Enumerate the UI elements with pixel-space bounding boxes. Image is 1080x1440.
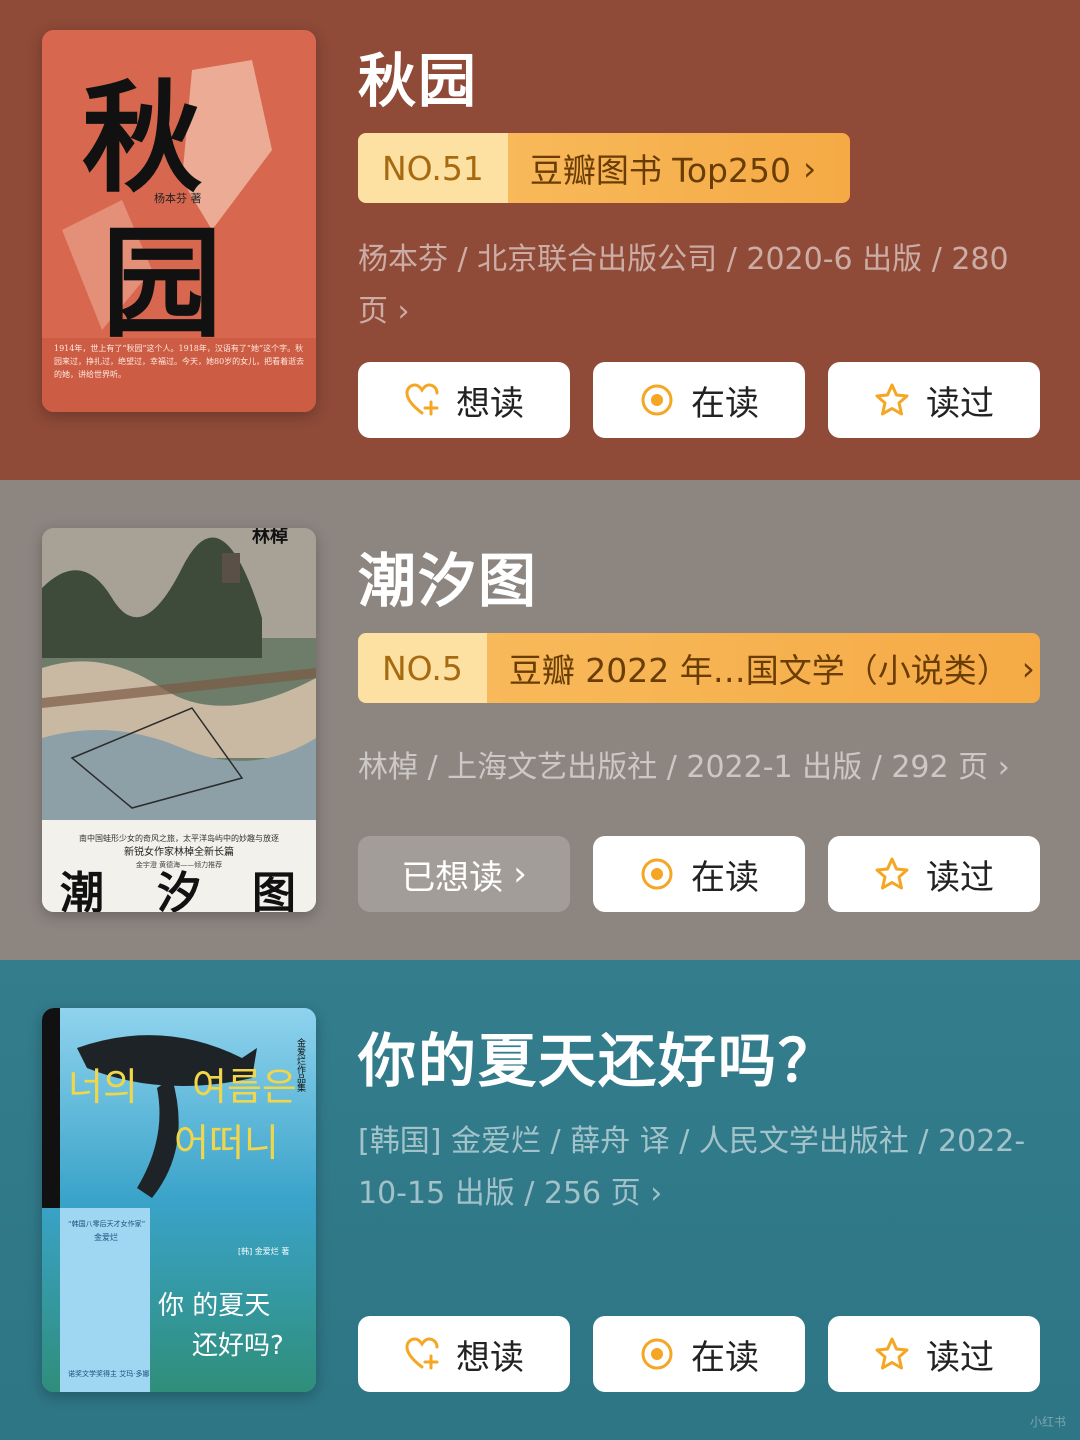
star-outline-icon (875, 383, 909, 416)
cover-title-char-2: 汐 (157, 868, 201, 912)
cover-art: 너의 여름은 어떠니 金爱烂作品集 “韩国八零后天才女作家” 金爱烂 [韩] 金… (42, 1008, 316, 1392)
cover-blurb: 1914年，世上有了“秋园”这个人。1918年，汉语有了“她”这个字。秋园来过，… (54, 344, 305, 379)
book-meta-text: 杨本芬 / 北京联合出版公司 / 2020-6 出版 / 280 页 (358, 242, 1009, 329)
cover-title-char-1: 潮 (60, 868, 104, 912)
chevron-right-icon: › (650, 1176, 663, 1211)
cover-korean-3: 어떠니 (174, 1121, 279, 1165)
rank-list-label: 豆瓣图书 Top250 (529, 151, 791, 190)
cover-author-small: [韩] 金爱烂 著 (238, 1246, 289, 1256)
cover-side-label: 金爱烂作品集 (295, 1037, 306, 1093)
watermark: 小红书 (1029, 1415, 1066, 1429)
cover-line-2: 新锐女作家林棹全新长篇 (124, 845, 234, 858)
cover-title-char-3: 图 (252, 868, 296, 912)
rank-list-link[interactable]: 豆瓣 2022 年…国文学（小说类） › (486, 633, 1040, 703)
radio-target-icon (641, 384, 673, 416)
reading-label: 在读 (691, 383, 759, 424)
chevron-right-icon: › (802, 148, 817, 188)
book-title: 潮汐图 (358, 547, 539, 615)
book-meta[interactable]: [韩国] 金爱烂 / 薛舟 译 / 人民文学出版社 / 2022-10-15 出… (358, 1116, 1038, 1220)
cover-tag-2: 金爱烂 (94, 1232, 118, 1242)
cover-art: 林棹 南中国蛙形少女的奇风之旅，太平洋岛屿中的妙趣与放逐 新锐女作家林棹全新长篇… (42, 528, 316, 912)
reading-button[interactable]: 在读 (593, 362, 805, 438)
book-cover-qiuyuan[interactable]: 秋 园 杨本芬 著 1914年，世上有了“秋园”这个人。1918年，汉语有了“她… (42, 30, 316, 412)
reading-button[interactable]: 在读 (593, 1316, 805, 1392)
rank-number: NO.51 (358, 133, 508, 203)
cover-title-2: 还好吗? (192, 1331, 284, 1361)
heart-plus-icon (405, 1337, 439, 1370)
chevron-right-icon: › (997, 750, 1010, 785)
chevron-right-icon: › (397, 294, 410, 329)
heart-plus-icon (405, 383, 439, 416)
cover-korean-2: 여름은 (192, 1065, 297, 1109)
book-card-1[interactable]: 秋 园 杨本芬 著 1914年，世上有了“秋园”这个人。1918年，汉语有了“她… (0, 0, 1080, 480)
cover-title-char-2: 园 (102, 213, 222, 354)
want-to-read-label: 想读 (456, 1337, 524, 1378)
rank-list-label: 豆瓣 2022 年…国文学（小说类） (508, 651, 1010, 690)
cover-title-char-1: 秋 (82, 68, 202, 209)
already-want-button[interactable]: 已想读 › (358, 836, 570, 912)
have-read-button[interactable]: 读过 (828, 362, 1040, 438)
reading-label: 在读 (691, 1337, 759, 1378)
reading-button[interactable]: 在读 (593, 836, 805, 912)
cover-author: 杨本芬 著 (154, 191, 202, 205)
chevron-right-icon: › (1021, 648, 1035, 688)
have-read-button[interactable]: 读过 (828, 1316, 1040, 1392)
want-to-read-label: 想读 (456, 383, 524, 424)
cover-line-1: 南中国蛙形少女的奇风之旅，太平洋岛屿中的妙趣与放逐 (79, 833, 279, 843)
cover-korean-1: 너의 (68, 1065, 138, 1109)
book-cover-summer[interactable]: 너의 여름은 어떠니 金爱烂作品集 “韩国八零后天才女作家” 金爱烂 [韩] 金… (42, 1008, 316, 1392)
reading-label: 在读 (691, 857, 759, 898)
book-card-3[interactable]: 너의 여름은 어떠니 金爱烂作品集 “韩国八零后天才女作家” 金爱烂 [韩] 金… (0, 960, 1080, 1440)
already-want-label: 已想读 (401, 857, 504, 898)
book-title: 你的夏天还好吗？ (358, 1027, 839, 1095)
chevron-right-icon: › (513, 854, 527, 894)
book-meta-text: 林棹 / 上海文艺出版社 / 2022-1 出版 / 292 页 (358, 750, 989, 785)
book-meta[interactable]: 林棹 / 上海文艺出版社 / 2022-1 出版 / 292 页 › (358, 742, 1038, 794)
cover-title-1: 你 的夏天 (158, 1291, 270, 1321)
book-meta[interactable]: 杨本芬 / 北京联合出版公司 / 2020-6 出版 / 280 页 › (358, 234, 1038, 338)
rank-number: NO.5 (358, 633, 487, 703)
book-title: 秋园 (358, 47, 479, 115)
have-read-label: 读过 (926, 857, 994, 898)
want-to-read-button[interactable]: 想读 (358, 362, 570, 438)
have-read-button[interactable]: 读过 (828, 836, 1040, 912)
book-card-2[interactable]: 林棹 南中国蛙形少女的奇风之旅，太平洋岛屿中的妙趣与放逐 新锐女作家林棹全新长篇… (0, 480, 1080, 960)
star-outline-icon (875, 1337, 909, 1370)
want-to-read-button[interactable]: 想读 (358, 1316, 570, 1392)
radio-target-icon (641, 858, 673, 890)
rank-list-link[interactable]: 豆瓣图书 Top250 › (507, 133, 850, 203)
book-cover-chaoxitu[interactable]: 林棹 南中国蛙形少女的奇风之旅，太平洋岛屿中的妙趣与放逐 新锐女作家林棹全新长篇… (42, 528, 316, 912)
book-meta-text: [韩国] 金爱烂 / 薛舟 译 / 人民文学出版社 / 2022-10-15 出… (358, 1124, 1026, 1211)
cover-author: 林棹 (252, 528, 288, 547)
rank-badge[interactable]: NO.51 豆瓣图书 Top250 › (358, 133, 850, 203)
rank-badge[interactable]: NO.5 豆瓣 2022 年…国文学（小说类） › (358, 633, 1040, 703)
star-outline-icon (875, 857, 909, 890)
have-read-label: 读过 (926, 383, 994, 424)
cover-tag-1: “韩国八零后天才女作家” (68, 1219, 145, 1228)
radio-target-icon (641, 1338, 673, 1370)
have-read-label: 读过 (926, 1337, 994, 1378)
cover-blurb-end: 诺奖文学奖得主 艾玛·多娜 (68, 1369, 149, 1378)
